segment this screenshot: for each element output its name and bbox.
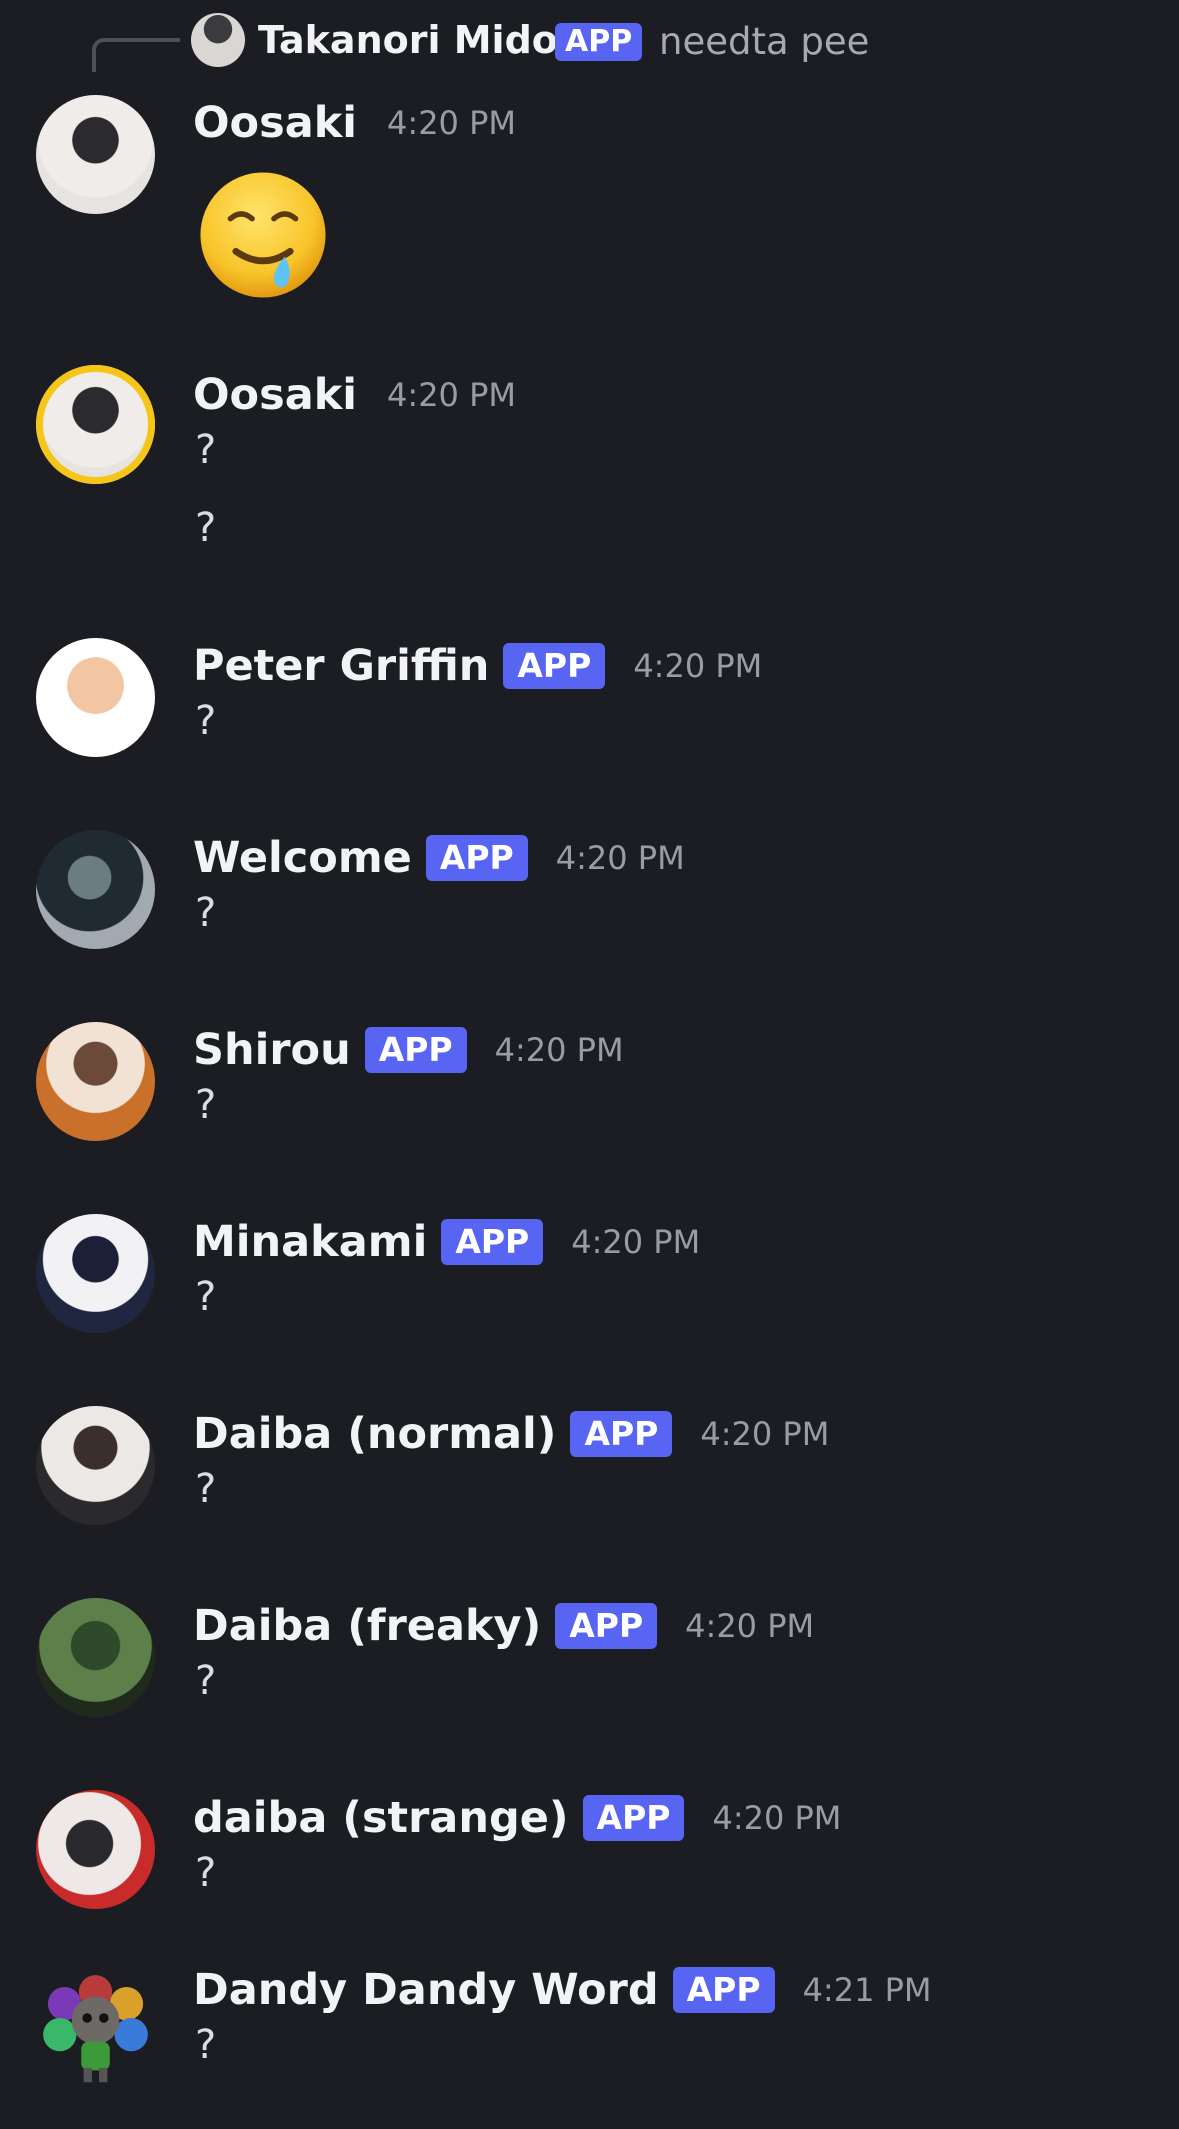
message-text: ? <box>195 1274 217 1320</box>
message[interactable]: Daiba (normal) APP 4:20 PM ? <box>0 1406 1179 1526</box>
app-tag: APP <box>425 835 528 881</box>
message-text: ? <box>195 698 217 744</box>
message[interactable]: Daiba (freaky) APP 4:20 PM ? <box>0 1598 1179 1718</box>
message-header: Dandy Dandy Word APP 4:21 PM <box>193 1962 932 2018</box>
app-tag: APP <box>364 1027 467 1073</box>
timestamp: 4:20 PM <box>387 376 516 414</box>
username[interactable]: Oosaki <box>193 98 357 148</box>
message-header: Welcome APP 4:20 PM <box>193 830 685 886</box>
drooling-face-icon <box>200 172 326 298</box>
username[interactable]: Daiba (freaky) <box>193 1601 541 1651</box>
username[interactable]: Peter Griffin <box>193 641 489 691</box>
message-text: ? <box>195 1082 217 1128</box>
message-header: Shirou APP 4:20 PM <box>193 1022 624 1078</box>
username[interactable]: Shirou <box>193 1025 351 1075</box>
message[interactable]: Shirou APP 4:20 PM ? <box>0 1022 1179 1142</box>
app-tag: APP <box>503 643 606 689</box>
message[interactable]: Minakami APP 4:20 PM ? <box>0 1214 1179 1334</box>
timestamp: 4:20 PM <box>685 1607 815 1645</box>
username[interactable]: Daiba (normal) <box>193 1409 556 1459</box>
timestamp: 4:20 PM <box>712 1799 842 1837</box>
avatar[interactable] <box>36 1406 155 1525</box>
timestamp: 4:20 PM <box>555 839 685 877</box>
message[interactable]: daiba (strange) APP 4:20 PM ? <box>0 1790 1179 1910</box>
avatar[interactable] <box>36 1968 155 2087</box>
reply-avatar[interactable] <box>191 13 245 67</box>
timestamp: 4:20 PM <box>571 1223 701 1261</box>
timestamp: 4:20 PM <box>494 1031 624 1069</box>
message-header: Oosaki 4:20 PM <box>193 95 516 151</box>
username[interactable]: Welcome <box>193 833 412 883</box>
avatar[interactable] <box>36 1214 155 1333</box>
message-header: Daiba (freaky) APP 4:20 PM <box>193 1598 814 1654</box>
message[interactable]: Peter Griffin APP 4:20 PM ? <box>0 638 1179 758</box>
message-text: ? <box>195 427 217 473</box>
message[interactable]: Welcome APP 4:20 PM ? <box>0 830 1179 950</box>
timestamp: 4:20 PM <box>387 104 516 142</box>
avatar[interactable] <box>36 1022 155 1141</box>
app-tag: APP <box>570 1411 673 1457</box>
message-header: Daiba (normal) APP 4:20 PM <box>193 1406 829 1462</box>
message[interactable]: Oosaki 4:20 PM ? ? <box>0 365 1179 551</box>
avatar[interactable] <box>36 1598 155 1717</box>
message-text: ? <box>195 1466 217 1512</box>
username[interactable]: Minakami <box>193 1217 427 1267</box>
app-tag: APP <box>672 1967 775 2013</box>
reply-app-tag: APP <box>555 23 643 61</box>
avatar[interactable] <box>36 830 155 949</box>
message-text: ? <box>195 1658 217 1704</box>
message-header: Peter Griffin APP 4:20 PM <box>193 638 762 694</box>
username[interactable]: Oosaki <box>193 370 357 420</box>
flower-character-icon <box>43 1975 148 2083</box>
message-text: ? <box>195 2022 217 2068</box>
avatar[interactable] <box>36 638 155 757</box>
reply-preview[interactable]: Takanori Midou APP needta pee <box>0 0 1179 90</box>
message-text: ? <box>195 1850 217 1896</box>
username[interactable]: daiba (strange) <box>193 1793 569 1843</box>
message-header: Minakami APP 4:20 PM <box>193 1214 700 1270</box>
message-header: daiba (strange) APP 4:20 PM <box>193 1790 841 1846</box>
avatar[interactable] <box>36 365 155 484</box>
message[interactable]: Dandy Dandy Word APP 4:21 PM ? <box>0 1962 1179 2083</box>
message-text: ? <box>195 505 217 551</box>
app-tag: APP <box>555 1603 658 1649</box>
avatar[interactable] <box>36 1790 155 1909</box>
timestamp: 4:20 PM <box>633 647 763 685</box>
avatar[interactable] <box>36 95 155 214</box>
message-header: Oosaki 4:20 PM <box>193 367 516 423</box>
message[interactable]: Oosaki 4:20 PM <box>0 95 1179 298</box>
username[interactable]: Dandy Dandy Word <box>193 1965 659 2015</box>
app-tag: APP <box>441 1219 544 1265</box>
reply-author-name[interactable]: Takanori Midou <box>258 18 585 62</box>
timestamp: 4:21 PM <box>802 1971 932 2009</box>
app-tag: APP <box>582 1795 685 1841</box>
reply-message-text[interactable]: needta pee <box>659 20 869 63</box>
timestamp: 4:20 PM <box>700 1415 830 1453</box>
reply-connector <box>92 38 180 72</box>
message-text: ? <box>195 890 217 936</box>
